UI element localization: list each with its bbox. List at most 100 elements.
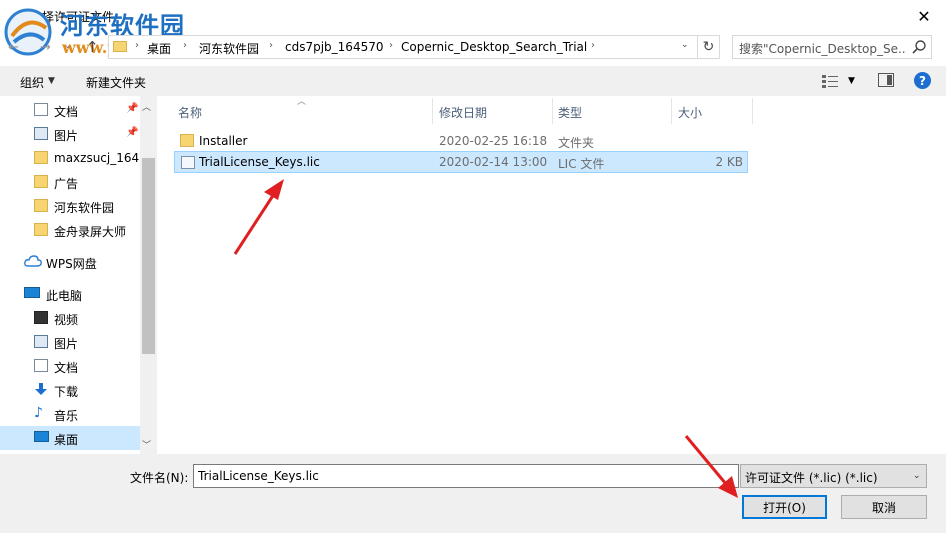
picture-icon (34, 335, 48, 348)
file-name: TrialLicense_Keys.lic (199, 155, 320, 169)
caret-down-icon: ▼ (48, 76, 55, 86)
sidebar-item-wps-cloud[interactable]: WPS网盘 (0, 250, 140, 274)
close-button[interactable]: ✕ (902, 0, 946, 32)
view-options-icon[interactable] (822, 74, 840, 88)
file-modified: 2020-02-25 16:18 (439, 134, 548, 148)
sidebar-item-label: 图片 (54, 129, 79, 143)
chevron-down-icon[interactable]: ⌄ (681, 40, 689, 50)
sidebar-item-documents[interactable]: 文档 📌 (0, 98, 140, 122)
sidebar-item-label: 桌面 (54, 433, 79, 447)
sidebar-item-label: 视频 (54, 313, 79, 327)
column-divider[interactable] (752, 98, 753, 124)
computer-icon (24, 287, 40, 298)
scroll-down-icon[interactable]: ﹀ (142, 438, 151, 451)
document-icon (34, 103, 48, 116)
folder-icon (34, 151, 48, 164)
table-row[interactable]: Installer 2020-02-25 16:18 文件夹 (174, 130, 748, 152)
chevron-down-icon: ⌄ (913, 471, 921, 481)
breadcrumb-separator: › (591, 40, 595, 51)
picture-icon (34, 127, 48, 140)
breadcrumb-hedong[interactable]: 河东软件园 (199, 40, 259, 57)
breadcrumb-desktop[interactable]: 桌面 (147, 40, 171, 57)
folder-icon (34, 199, 48, 212)
breadcrumb-copernic[interactable]: Copernic_Desktop_Search_Trial (401, 40, 587, 54)
recent-locations-icon[interactable]: ⌄ (64, 41, 76, 57)
column-divider[interactable] (432, 98, 433, 124)
sidebar-item-desktop[interactable]: 桌面 (0, 426, 140, 450)
caret-down-icon[interactable]: ▼ (848, 76, 855, 86)
license-file-icon (181, 156, 195, 169)
breadcrumb-cds7pjb[interactable]: cds7pjb_164570 (285, 40, 383, 54)
refresh-button[interactable]: ↻ (698, 35, 720, 59)
table-row[interactable]: TrialLicense_Keys.lic 2020-02-14 13:00 L… (174, 151, 748, 173)
new-folder-button[interactable]: 新建文件夹 (86, 74, 146, 91)
download-icon (35, 383, 47, 395)
sidebar-item-label: maxzsucj_1646 (54, 151, 147, 165)
cloud-icon (24, 255, 42, 267)
sidebar-item-hedong[interactable]: 河东软件园 (0, 194, 140, 218)
breadcrumb-separator: › (269, 40, 273, 51)
document-icon (34, 359, 48, 372)
file-name: Installer (199, 134, 248, 148)
search-icon (912, 40, 926, 54)
file-modified: 2020-02-14 13:00 (439, 155, 548, 169)
sidebar-item-label: 图片 (54, 337, 79, 351)
column-header-modified[interactable]: 修改日期 (439, 104, 487, 121)
breadcrumb-separator: › (135, 40, 139, 51)
forward-arrow-icon[interactable]: → (40, 40, 60, 56)
sidebar-item-label: 广告 (54, 177, 79, 191)
cancel-button[interactable]: 取消 (841, 495, 927, 519)
filename-field[interactable] (193, 464, 739, 488)
sidebar-item-maxzsucj[interactable]: maxzsucj_1646 (0, 146, 147, 170)
sidebar-item-label: 金舟录屏大师 (54, 225, 127, 239)
desktop-icon (34, 431, 49, 442)
help-icon[interactable]: ? (914, 72, 931, 89)
sidebar-item-label: 音乐 (54, 409, 79, 423)
sort-ascending-icon: ︿ (297, 97, 307, 107)
video-icon (34, 311, 48, 324)
up-arrow-icon[interactable]: ↑ (86, 38, 102, 56)
column-divider[interactable] (671, 98, 672, 124)
sidebar-item-downloads[interactable]: 下载 (0, 378, 140, 402)
breadcrumb-separator: › (183, 40, 187, 51)
sidebar-item-this-pc[interactable]: 此电脑 (0, 282, 140, 306)
sidebar-item-jinzhou[interactable]: 金舟录屏大师 (0, 218, 140, 242)
file-size: 2 KB (715, 155, 743, 169)
file-type-select[interactable]: 许可证文件 (*.lic) (*.lic) ⌄ (740, 464, 927, 488)
filename-label: 文件名(N): (130, 471, 189, 485)
sidebar-item-label: 河东软件园 (54, 201, 115, 215)
file-type: LIC 文件 (558, 157, 605, 171)
sidebar-item-label: 文档 (54, 361, 79, 375)
navigation-pane: 文档 📌 图片 📌 maxzsucj_1646 广告 河东软件园 金舟录屏大师 … (0, 96, 157, 454)
pin-icon: 📌 (126, 127, 139, 138)
music-icon: ♪ (34, 405, 43, 421)
sidebar-item-music[interactable]: ♪ 音乐 (0, 402, 140, 426)
sidebar-item-label: 文档 (54, 105, 79, 119)
pin-icon: 📌 (126, 103, 139, 114)
sidebar-item-videos[interactable]: 视频 (0, 306, 140, 330)
folder-icon (34, 223, 48, 236)
preview-pane-icon[interactable] (878, 73, 894, 87)
file-type: 文件夹 (558, 136, 595, 150)
address-bar[interactable]: › 桌面 › 河东软件园 › cds7pjb_164570 › Copernic… (108, 35, 698, 59)
search-placeholder: 搜索"Copernic_Desktop_Se... (739, 42, 907, 56)
sidebar-item-ads[interactable]: 广告 (0, 170, 140, 194)
folder-icon (34, 175, 48, 188)
column-header-name[interactable]: 名称 (178, 104, 202, 121)
breadcrumb-separator: › (389, 40, 393, 51)
organize-button[interactable]: 组织 (20, 74, 44, 91)
column-header-type[interactable]: 类型 (558, 104, 582, 121)
search-input[interactable]: 搜索"Copernic_Desktop_Se... (732, 35, 932, 59)
file-type-value: 许可证文件 (*.lic) (*.lic) (745, 471, 878, 485)
sidebar-item-pictures[interactable]: 图片 📌 (0, 122, 140, 146)
sidebar-item-label: WPS网盘 (46, 257, 97, 271)
column-header-size[interactable]: 大小 (678, 104, 702, 121)
folder-icon (180, 134, 194, 147)
column-divider[interactable] (552, 98, 553, 124)
sidebar-scrollbar-thumb[interactable] (142, 158, 155, 354)
back-arrow-icon[interactable]: ← (8, 40, 28, 56)
sidebar-item-pc-documents[interactable]: 文档 (0, 354, 140, 378)
scroll-up-icon[interactable]: ︿ (142, 100, 151, 113)
sidebar-item-pc-pictures[interactable]: 图片 (0, 330, 140, 354)
open-button[interactable]: 打开(O) (742, 495, 827, 519)
